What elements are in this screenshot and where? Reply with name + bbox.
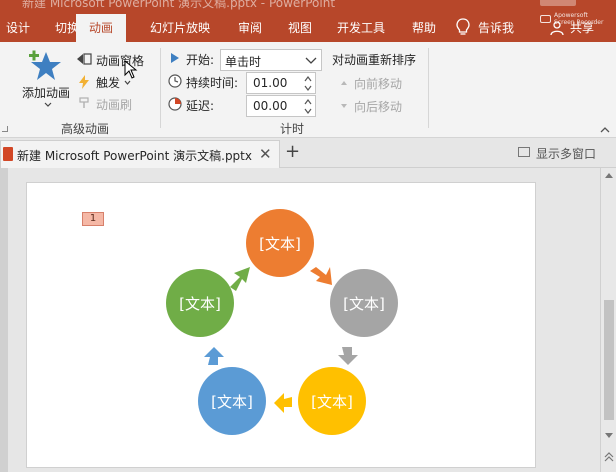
cycle-node-left[interactable]: [文本] xyxy=(166,269,234,337)
play-icon xyxy=(171,53,179,63)
document-tab[interactable]: 新建 Microsoft PowerPoint 演示文稿.pptx ✕ xyxy=(0,140,280,168)
lightning-icon xyxy=(79,75,89,89)
tab-animations[interactable]: 动画 xyxy=(76,14,126,42)
new-tab-button[interactable]: + xyxy=(285,140,300,164)
ribbon-body: 添加动画 动画窗格 触发 动画刷 高级动画 开始: 单击时 持续时间: 01.0… xyxy=(0,42,616,138)
delay-stepper[interactable]: 00.00 xyxy=(246,95,316,117)
animation-painter-icon xyxy=(79,97,89,108)
delay-value: 00.00 xyxy=(253,99,288,113)
cycle-node-right[interactable]: [文本] xyxy=(330,269,398,337)
tab-developer[interactable]: 开发工具 xyxy=(330,14,392,42)
chevron-down-icon[interactable] xyxy=(44,102,52,108)
document-tab-bar: 新建 Microsoft PowerPoint 演示文稿.pptx ✕ + 显示… xyxy=(0,138,616,168)
title-badge xyxy=(540,0,576,6)
arrow-blue-to-green xyxy=(204,347,224,365)
cycle-node-bottom-right[interactable]: [文本] xyxy=(298,367,366,435)
cycle-diagram[interactable]: [文本] [文本] [文本] [文本] [文本] xyxy=(160,205,406,472)
delay-clock-icon xyxy=(168,97,182,111)
ribbon-tab-strip: 新建 Microsoft PowerPoint 演示文稿.pptx - Powe… xyxy=(0,0,616,42)
animation-pane-icon xyxy=(77,53,92,65)
close-icon[interactable]: ✕ xyxy=(259,145,272,163)
animation-order-badge[interactable]: 1 xyxy=(82,212,104,226)
duration-stepper[interactable]: 01.00 xyxy=(246,72,316,94)
scroll-down-icon[interactable] xyxy=(604,432,614,439)
tab-view[interactable]: 视图 xyxy=(280,14,320,42)
group-label-timing: 计时 xyxy=(279,122,304,136)
triangle-down-icon xyxy=(341,104,347,108)
spin-down-icon[interactable] xyxy=(304,107,312,115)
triangle-up-icon xyxy=(341,81,347,85)
node-text[interactable]: [文本] xyxy=(211,393,253,411)
group-launcher[interactable] xyxy=(2,126,8,132)
tab-help[interactable]: 帮助 xyxy=(404,14,444,42)
scrollbar-thumb[interactable] xyxy=(604,300,614,420)
tab-design[interactable]: 设计 xyxy=(0,14,36,42)
node-text[interactable]: [文本] xyxy=(259,235,301,253)
spin-up-icon[interactable] xyxy=(304,98,312,106)
document-tab-title: 新建 Microsoft PowerPoint 演示文稿.pptx xyxy=(17,149,252,163)
cycle-node-bottom-left[interactable]: [文本] xyxy=(198,367,266,435)
scroll-up-icon[interactable] xyxy=(604,172,614,179)
node-text[interactable]: [文本] xyxy=(311,393,353,411)
delay-label: 延迟: xyxy=(186,99,215,113)
animation-painter-button[interactable]: 动画刷 xyxy=(96,96,132,113)
add-animation-button[interactable]: 添加动画 xyxy=(22,84,70,101)
share-label: 共享 xyxy=(570,21,595,35)
multi-window-label: 显示多窗口 xyxy=(536,147,597,161)
arrow-gray-to-yellow xyxy=(338,347,358,365)
reorder-title: 对动画重新排序 xyxy=(332,53,417,67)
arrow-orange-to-gray xyxy=(310,267,332,285)
arrow-green-to-orange xyxy=(230,267,250,291)
add-animation-star-icon[interactable] xyxy=(28,48,64,84)
lightbulb-icon[interactable] xyxy=(455,18,471,36)
trigger-button[interactable]: 触发 xyxy=(96,74,120,91)
tab-review[interactable]: 审阅 xyxy=(230,14,270,42)
chevron-down-icon[interactable] xyxy=(124,80,131,85)
spin-up-icon[interactable] xyxy=(304,75,312,83)
tell-me-search[interactable]: 告诉我 xyxy=(478,14,528,42)
cycle-node-top[interactable]: [文本] xyxy=(246,209,314,277)
start-select[interactable]: 单击时 xyxy=(220,49,322,71)
duration-value: 01.00 xyxy=(253,76,288,90)
start-select-value: 单击时 xyxy=(225,55,262,69)
spin-down-icon[interactable] xyxy=(304,84,312,92)
group-label-advanced-animation: 高级动画 xyxy=(60,122,109,136)
collapse-ribbon-icon[interactable] xyxy=(600,126,610,133)
move-earlier-button[interactable]: 向前移动 xyxy=(354,75,402,92)
window-title: 新建 Microsoft PowerPoint 演示文稿.pptx - Powe… xyxy=(22,0,336,10)
powerpoint-file-icon xyxy=(3,147,13,161)
previous-slide-icon[interactable] xyxy=(604,452,614,462)
clock-icon xyxy=(168,74,182,88)
duration-label: 持续时间: xyxy=(186,76,239,90)
node-text[interactable]: [文本] xyxy=(343,295,385,313)
group-separator xyxy=(428,48,429,128)
mouse-cursor-icon xyxy=(124,60,138,79)
chevron-down-icon[interactable] xyxy=(305,57,317,64)
tab-slide-show[interactable]: 幻灯片放映 xyxy=(140,14,220,42)
node-text[interactable]: [文本] xyxy=(179,295,221,313)
group-separator xyxy=(160,48,161,128)
arrow-yellow-to-blue xyxy=(274,393,292,413)
person-icon xyxy=(550,21,564,36)
thumbnail-pane-edge xyxy=(0,168,8,472)
vertical-scrollbar[interactable] xyxy=(600,168,616,472)
move-later-button[interactable]: 向后移动 xyxy=(354,98,402,115)
window-icon xyxy=(518,147,530,157)
start-label: 开始: xyxy=(186,53,215,67)
